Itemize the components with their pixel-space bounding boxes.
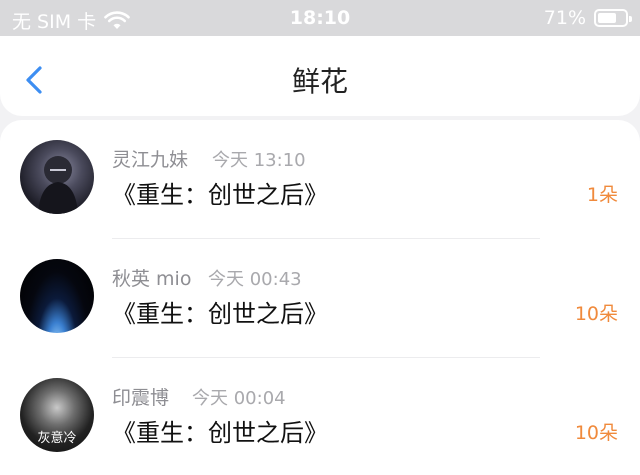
list-item[interactable]: 灵江九妹 今天 13:10 《重生：创世之后》 1朵 [0, 120, 640, 239]
sender-name: 灵江九妹 [112, 149, 189, 171]
nav-bar: 鲜花 [0, 36, 640, 116]
avatar[interactable] [20, 140, 94, 214]
book-title: 《重生：创世之后》 [112, 300, 328, 328]
avatar-figure-image [38, 156, 78, 214]
battery-group: 71% [543, 7, 632, 29]
flower-amount: 10朵 [574, 303, 618, 325]
avatar[interactable] [20, 259, 94, 333]
battery-fill [598, 13, 616, 23]
book-title: 《重生：创世之后》 [112, 181, 328, 209]
flower-record-list: 灵江九妹 今天 13:10 《重生：创世之后》 1朵 秋英 mio 今天 00:… [0, 120, 640, 475]
page-title: 鲜花 [291, 65, 348, 98]
avatar-caption: 灰意冷 [37, 431, 77, 446]
battery-percent: 71% [543, 7, 586, 29]
sender-name: 印震博 [112, 387, 170, 409]
status-bar: 无 SIM 卡 18:10 71% [0, 0, 640, 36]
list-item[interactable]: 灰意冷 印震博 今天 00:04 《重生：创世之后》 10朵 [0, 358, 640, 475]
flower-amount: 1朵 [586, 184, 618, 206]
list-item[interactable]: 秋英 mio 今天 00:43 《重生：创世之后》 10朵 [0, 239, 640, 358]
sent-time: 今天 13:10 [212, 150, 306, 171]
book-title: 《重生：创世之后》 [112, 419, 328, 447]
avatar[interactable]: 灰意冷 [20, 378, 94, 452]
battery-icon [594, 9, 632, 27]
sent-time: 今天 00:43 [208, 269, 302, 290]
sender-name: 秋英 mio [112, 268, 192, 290]
flower-amount: 10朵 [574, 422, 618, 444]
sent-time: 今天 00:04 [192, 388, 286, 409]
